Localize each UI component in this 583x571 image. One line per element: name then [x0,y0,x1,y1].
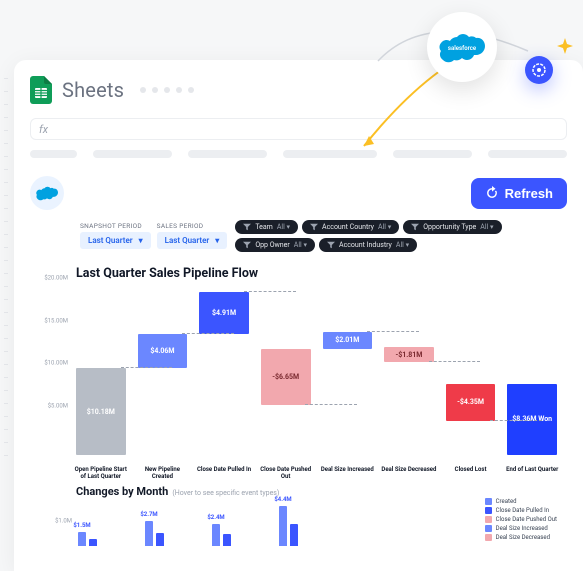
filter-pill-opp-owner[interactable]: Opp OwnerAll ▾ [235,238,315,252]
salesforce-cloud-icon [36,185,58,201]
x-axis-label: End of Last Quarter [501,467,563,481]
month-group: $4.4M [279,506,298,546]
chart-title: Last Quarter Sales Pipeline Flow [76,266,567,281]
waterfall-bar: $2.01M [323,332,373,349]
svg-text:salesforce: salesforce [448,45,477,52]
refresh-icon [485,186,499,200]
filter-icon [243,223,251,231]
filter-pill-opportunity-type[interactable]: Opportunity TypeAll ▾ [403,220,501,234]
x-axis-label: Deal Size Decreased [378,467,440,481]
coefficient-badge [525,56,553,84]
filter-icon [327,241,335,249]
waterfall-bar: $4.91M [199,292,249,334]
google-sheets-icon [30,76,52,104]
report-body: Refresh SNAPSHOT PERIOD Last Quarter▾ SA… [30,176,567,546]
coefficient-icon [531,62,547,78]
app-title: Sheets [62,78,124,102]
waterfall-chart: $5.00M$10.00M$15.00M$20.00M $10.18M$4.06… [30,285,567,481]
legend-item: Created [485,497,557,506]
row-ruler [4,78,8,571]
sales-period: SALES PERIOD Last Quarter▾ [157,222,228,252]
x-axis-label: Close Date Pulled In [193,467,255,481]
salesforce-source-chip[interactable] [30,176,64,210]
legend-item: Deal Size Decreased [485,533,557,542]
waterfall-bar: -$1.81M [384,347,434,362]
legend-item: Deal Size Increased [485,524,557,533]
formula-bar[interactable]: fx [30,118,567,140]
salesforce-hero-badge: salesforce [427,12,497,82]
refresh-button[interactable]: Refresh [471,178,567,209]
waterfall-bar: $10.18M [76,368,126,455]
x-axis-label: Open Pipeline Start of Last Quarter [70,467,132,481]
legend-item: Close Date Pushed Out [485,515,557,524]
x-axis-label: Closed Lost [440,467,502,481]
salesforce-cloud-icon: salesforce [439,31,485,63]
column-header-placeholders [30,150,567,158]
x-axis-label: Close Date Pushed Out [255,467,317,481]
month-group: $2.4M [212,524,231,546]
sales-period-select[interactable]: Last Quarter▾ [157,232,228,249]
snapshot-period: SNAPSHOT PERIOD Last Quarter▾ [80,222,151,252]
filter-icon [310,223,318,231]
sparkle-icon [553,36,577,60]
waterfall-bar: -$4.35M [446,384,496,421]
fx-label: fx [39,123,48,136]
legend-item: Close Date Pulled In [485,506,557,515]
sheets-window: Sheets fx Refresh SNAPSHOT PERIOD Last Q… [14,60,583,571]
month-group: $2.7M [145,521,164,546]
x-axis-label: Deal Size Increased [317,467,379,481]
loading-dots [140,87,194,93]
refresh-label: Refresh [505,186,553,201]
filter-icon [411,223,419,231]
waterfall-bar: $4.06M [138,334,188,369]
filter-icon [243,241,251,249]
filter-pill-account-country[interactable]: Account CountryAll ▾ [302,220,399,234]
filter-pill-team[interactable]: TeamAll ▾ [235,220,298,234]
x-axis-label: New Pipeline Created [132,467,194,481]
snapshot-period-label: SNAPSHOT PERIOD [80,222,151,230]
changes-by-month-chart: $1.0M $1.5M$2.7M$2.4M$4.4M CreatedClose … [30,500,567,546]
sales-period-label: SALES PERIOD [157,222,228,230]
month-group: $1.5M [78,532,97,546]
snapshot-period-select[interactable]: Last Quarter▾ [80,232,151,249]
waterfall-bar: -$6.65M [261,349,311,406]
filter-pill-account-industry[interactable]: Account IndustryAll ▾ [319,238,417,252]
